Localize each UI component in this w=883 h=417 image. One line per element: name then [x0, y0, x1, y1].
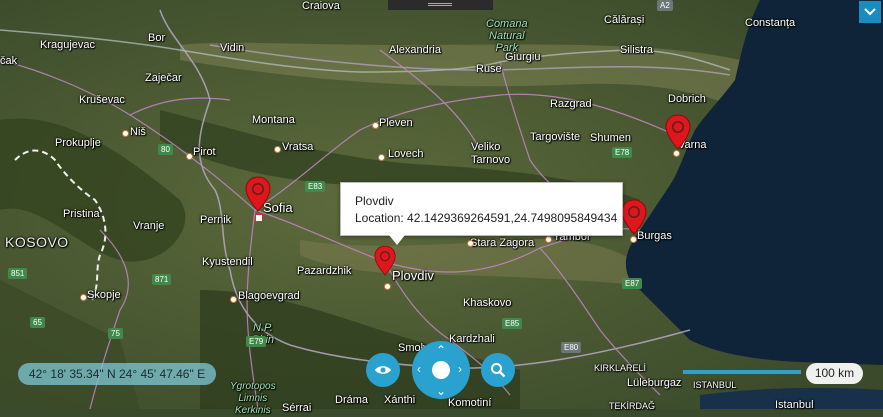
- road-shield: 871: [152, 274, 172, 285]
- city-marker: [372, 122, 379, 129]
- place-label: Ruse: [476, 63, 502, 75]
- road-shield: E85: [502, 318, 523, 329]
- country-label: KOSOVO: [5, 234, 69, 250]
- road-shield: E80: [561, 342, 582, 353]
- place-label: Montana: [252, 114, 295, 126]
- place-label: Veliko: [471, 141, 501, 153]
- info-popup: Plovdiv Location: 42.1429369264591,24.74…: [340, 182, 623, 245]
- place-label: Bor: [148, 32, 166, 44]
- collapse-button[interactable]: [859, 1, 881, 23]
- place-label: Niš: [130, 126, 146, 138]
- scale-bar: [683, 370, 801, 374]
- map-pin-burgas[interactable]: [621, 199, 647, 235]
- place-label: Vratsa: [282, 141, 314, 153]
- place-label: Komotiní: [448, 397, 492, 409]
- place-label: Craiova: [302, 0, 340, 12]
- place-label: čak: [0, 55, 18, 67]
- place-label: Kardzhali: [449, 333, 495, 345]
- chevron-down-icon: [864, 8, 876, 16]
- popup-location: Location: 42.1429369264591,24.7498095849…: [355, 211, 618, 225]
- region-label: TEKİRDAĞ: [609, 401, 656, 411]
- place-label: Pleven: [379, 117, 413, 129]
- place-label: Lüleburgaz: [627, 377, 682, 389]
- road-shield: 65: [30, 317, 45, 328]
- panel-drag-handle[interactable]: [388, 0, 493, 10]
- place-label: Vidin: [220, 42, 245, 54]
- road-shield: E78: [612, 147, 633, 158]
- place-label: Dráma: [335, 394, 369, 406]
- place-label: Skopje: [87, 289, 121, 301]
- map-pin-varna[interactable]: [665, 114, 691, 150]
- road-shield: 851: [8, 268, 28, 279]
- city-marker: [186, 153, 193, 160]
- place-label: Istanbul: [775, 399, 814, 411]
- place-label: Khaskovo: [463, 297, 512, 309]
- park-label: Comana Natural Park: [486, 18, 528, 54]
- place-label: Vranje: [133, 220, 165, 232]
- city-marker: [80, 294, 87, 301]
- city-marker: [274, 146, 281, 153]
- place-label: Lovech: [388, 148, 424, 160]
- place-label: Alexandria: [389, 44, 441, 56]
- map-pin-plovdiv[interactable]: [374, 245, 396, 276]
- popup-title: Plovdiv: [355, 194, 394, 208]
- place-label: Stara Zagora: [470, 237, 535, 249]
- city-marker: [467, 240, 474, 247]
- city-marker: [122, 130, 129, 137]
- city-marker: [378, 154, 385, 161]
- city-marker: [630, 236, 637, 243]
- place-label: Kragujevac: [40, 39, 96, 51]
- road-shield: E79: [246, 336, 267, 347]
- grip-icon: [428, 3, 452, 4]
- place-label: Silistra: [620, 44, 654, 56]
- pan-up-button[interactable]: ⌃: [436, 344, 446, 356]
- eye-icon: [375, 366, 391, 374]
- road-shield: 80: [158, 144, 173, 155]
- city-marker: [255, 214, 263, 222]
- view-toggle-button[interactable]: [366, 353, 400, 387]
- map-pin-sofia[interactable]: [245, 176, 271, 212]
- pan-down-button[interactable]: ⌄: [436, 385, 446, 397]
- place-label: Zaječar: [145, 72, 182, 84]
- place-label: Prokuplje: [55, 137, 101, 149]
- region-label: KIRKLARELİ: [594, 363, 647, 373]
- place-label: Shumen: [590, 132, 631, 144]
- place-label: Constanța: [745, 17, 796, 29]
- road-shield: E87: [622, 278, 643, 289]
- place-label: Xánthi: [384, 394, 416, 406]
- city-marker: [673, 150, 680, 157]
- place-label: Kyustendil: [202, 256, 253, 268]
- city-marker: [384, 283, 391, 290]
- park-label: Ygrotopos Limnis Kerkinis: [230, 381, 276, 416]
- place-label: Kruševac: [79, 94, 125, 106]
- road-shield: A2: [657, 0, 673, 11]
- city-marker: [545, 236, 552, 243]
- place-label: Dobrich: [668, 93, 706, 105]
- road-shield: E83: [305, 181, 326, 192]
- pan-left-button[interactable]: ‹: [417, 363, 421, 375]
- place-label: Pazardzhik: [297, 265, 352, 277]
- scale-label: 100 km: [806, 363, 863, 384]
- coordinates-readout: 42° 18' 35.34" N 24° 45' 47.46" E: [18, 363, 216, 385]
- city-marker: [230, 296, 237, 303]
- search-button[interactable]: [481, 353, 515, 387]
- road-shield: 75: [108, 328, 123, 339]
- directional-pad[interactable]: ⌃ ⌄ ‹ ›: [412, 341, 470, 399]
- place-label: Blagoevgrad: [238, 290, 300, 302]
- region-label: ISTANBUL: [693, 380, 737, 390]
- place-label: Razgrad: [550, 98, 592, 110]
- recenter-button[interactable]: [432, 361, 450, 379]
- place-label: Pristina: [63, 208, 100, 220]
- magnifier-icon: [491, 363, 506, 378]
- place-label: Targovište: [530, 131, 581, 143]
- place-label: Pernik: [200, 214, 232, 226]
- place-label: Sérrai: [282, 402, 312, 414]
- pan-right-button[interactable]: ›: [458, 363, 462, 375]
- place-label: Plovdiv: [392, 268, 434, 283]
- popup-pointer: [389, 235, 405, 245]
- place-label: Pirot: [193, 146, 216, 158]
- place-label: Tarnovo: [471, 154, 511, 166]
- place-label: Călărași: [604, 14, 645, 26]
